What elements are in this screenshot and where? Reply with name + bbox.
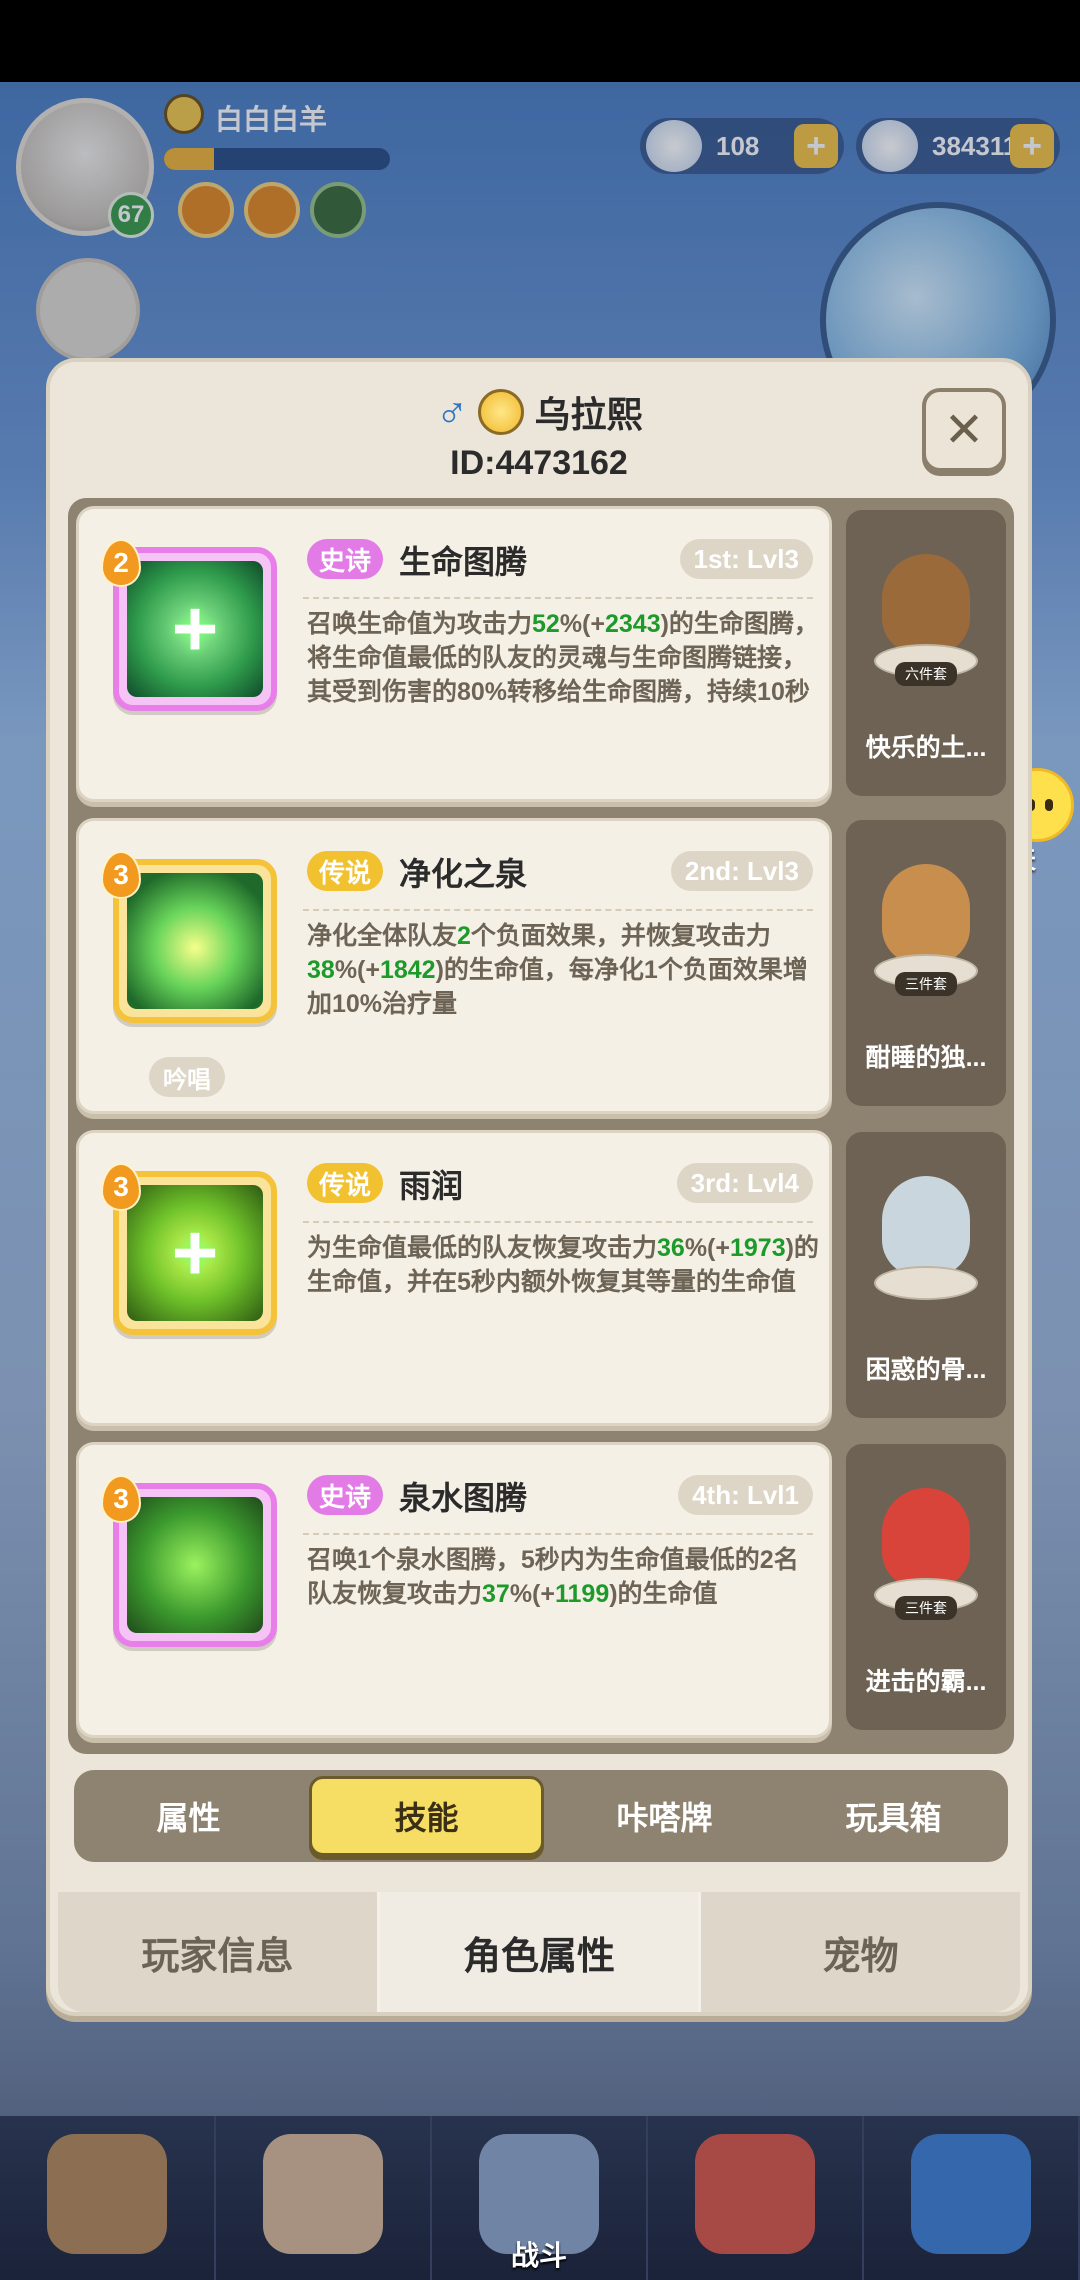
rarity-tag: 史诗 (307, 1475, 384, 1515)
plus-icon: + (171, 584, 219, 673)
pet-card[interactable]: 三件套 进击的霸... (846, 1444, 1006, 1730)
skill-card[interactable]: 3 传说 净化之泉 2nd: Lvl3 净化全体队友2个负面效果，并恢复攻击力3… (76, 818, 832, 1114)
skill-name: 雨润 (399, 1168, 464, 1204)
male-gender-icon: ♂ (435, 387, 469, 436)
character-id: ID:4473162 (450, 444, 628, 482)
skill-art (127, 873, 263, 1009)
skill-description: 为生命值最低的队友恢复攻击力36%(+1973)的生命值，并在5秒内额外恢复其等… (307, 1234, 819, 1296)
close-button[interactable]: ✕ (922, 388, 1006, 472)
skill-level: 1st: Lvl3 (679, 539, 813, 579)
pet-body (882, 864, 970, 964)
pet-body (882, 554, 970, 654)
main-tabs: 玩家信息 角色属性 宠物 (58, 1892, 1020, 2012)
rarity-tag: 传说 (307, 851, 384, 891)
skill-name: 净化之泉 (399, 856, 528, 892)
chant-tag: 吟唱 (149, 1057, 225, 1097)
skill-name: 生命图腾 (399, 544, 528, 580)
tab-character-attributes[interactable]: 角色属性 (379, 1892, 702, 2012)
tab-toybox[interactable]: 玩具箱 (779, 1776, 1008, 1856)
tab-skills[interactable]: 技能 (309, 1776, 544, 1856)
pet-name: 快乐的土... (865, 734, 987, 762)
pet-pedestal (874, 1266, 978, 1300)
pet-figure (874, 1166, 978, 1306)
pet-body (882, 1488, 970, 1588)
pet-set-tag: 三件套 (895, 972, 957, 996)
character-name: 乌拉熙 (534, 394, 643, 435)
pet-name: 进击的霸... (865, 1668, 987, 1696)
skill-card[interactable]: 3 史诗 泉水图腾 4th: Lvl1 召唤1个泉水图腾，5秒内为生命值最低的2… (76, 1442, 832, 1738)
tab-attributes[interactable]: 属性 (74, 1776, 303, 1856)
pet-card[interactable]: 六件套 快乐的土... (846, 510, 1006, 796)
tab-cards[interactable]: 咔嗒牌 (550, 1776, 779, 1856)
skill-card[interactable]: + 2 史诗 生命图腾 1st: Lvl3 召唤生命值为攻击力52%(+2343… (76, 506, 832, 802)
divider (303, 909, 813, 911)
skill-description: 召唤1个泉水图腾，5秒内为生命值最低的2名队友恢复攻击力37%(+1199)的生… (307, 1546, 799, 1608)
skill-card[interactable]: + 3 传说 雨润 3rd: Lvl4 为生命值最低的队友恢复攻击力36%(+1… (76, 1130, 832, 1426)
skill-list-panel[interactable]: + 2 史诗 生命图腾 1st: Lvl3 召唤生命值为攻击力52%(+2343… (68, 498, 1014, 1754)
plus-icon: + (171, 1208, 219, 1297)
divider (303, 1221, 813, 1223)
skill-description: 召唤生命值为攻击力52%(+2343)的生命图腾，将生命值最低的队友的灵魂与生命… (307, 610, 819, 706)
character-info-modal: ♂ 乌拉熙 ID:4473162 ✕ + 2 史诗 生命图腾 1st: Lvl3… (46, 358, 1032, 2016)
tab-player-info[interactable]: 玩家信息 (58, 1892, 380, 2012)
skill-description: 净化全体队友2个负面效果，并恢复攻击力38%(+1842)的生命值，每净化1个负… (307, 922, 808, 1018)
pet-card[interactable]: 困惑的骨... (846, 1132, 1006, 1418)
pet-set-tag: 六件套 (895, 662, 957, 686)
divider (303, 1533, 813, 1535)
tab-pets[interactable]: 宠物 (701, 1892, 1020, 2012)
player-emblem-icon (478, 389, 525, 435)
skill-level: 3rd: Lvl4 (676, 1163, 813, 1203)
pet-set-tag: 三件套 (895, 1596, 957, 1620)
divider (303, 597, 813, 599)
skill-level: 2nd: Lvl3 (670, 851, 813, 891)
nav-battle-label: 战斗 (510, 2240, 567, 2271)
sub-tabs: 属性 技能 咔嗒牌 玩具箱 (74, 1770, 1008, 1862)
rarity-tag: 史诗 (307, 539, 384, 579)
pet-name: 酣睡的独... (865, 1044, 987, 1072)
skill-level: 4th: Lvl1 (678, 1475, 813, 1515)
modal-header: ♂ 乌拉熙 ID:4473162 ✕ (50, 362, 1028, 482)
rarity-tag: 传说 (307, 1163, 384, 1203)
pet-name: 困惑的骨... (865, 1356, 987, 1384)
skill-name: 泉水图腾 (399, 1480, 528, 1516)
pet-body (882, 1176, 970, 1276)
pet-card[interactable]: 三件套 酣睡的独... (846, 820, 1006, 1106)
title-row: ♂ 乌拉熙 (50, 386, 1028, 438)
skill-art (127, 1497, 263, 1633)
